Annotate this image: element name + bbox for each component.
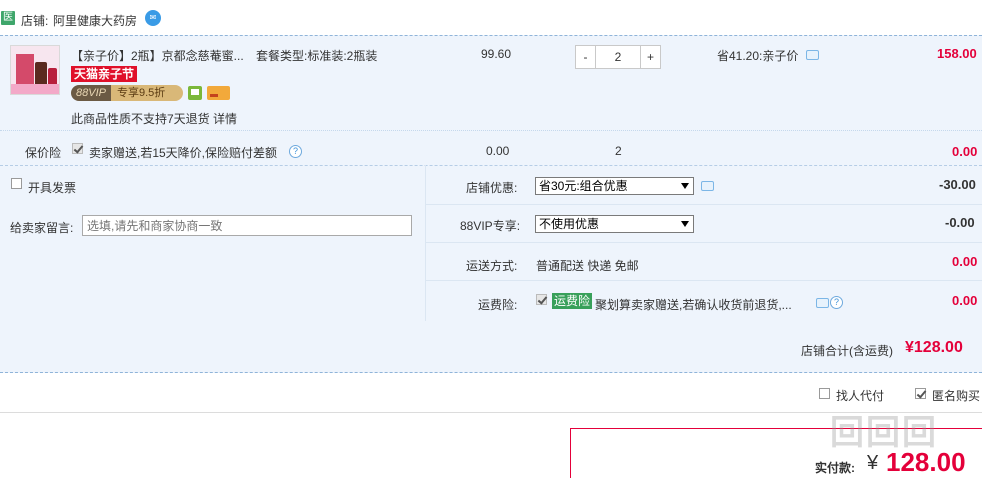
shop-discount-amount: -30.00 — [939, 177, 976, 192]
saving-info: 省41.20:亲子价 — [717, 47, 798, 64]
seller-message-input[interactable] — [82, 215, 412, 236]
shop-discount-select[interactable]: 省30元:组合优惠 — [535, 177, 694, 195]
medicine-badge-icon: 医 — [1, 11, 15, 25]
shop-discount-label: 店铺优惠: — [466, 181, 518, 195]
message-label: 给卖家留言: — [10, 221, 74, 235]
insurance-total: 0.00 — [952, 144, 978, 159]
pay-total: 128.00 — [886, 447, 966, 477]
saving-text: 省41.20:亲子价 — [717, 49, 799, 63]
invoice-label[interactable]: 开具发票 — [28, 179, 76, 196]
invoice-checkbox[interactable] — [11, 178, 22, 189]
shipping-value: 普通配送 快递 免邮 — [536, 259, 639, 273]
chat-seller-icon[interactable]: ✉ — [145, 10, 161, 26]
product-sku: 套餐类型:标准装:2瓶装 — [256, 49, 378, 63]
shop-subtotal-value: ¥128.00 — [905, 339, 963, 356]
insurance-text: 卖家赠送,若15天降价,保险赔付差额 — [89, 146, 278, 160]
comment-icon[interactable] — [816, 298, 829, 308]
quantity-stepper: - 2 + — [575, 45, 661, 69]
freight-insurance-label: 运费险: — [478, 298, 518, 312]
insurance-label: 保价险 — [25, 146, 62, 160]
shop-name-link[interactable]: 阿里健康大药房 — [53, 12, 137, 29]
item-total: 158.00 — [937, 46, 977, 61]
no-return-notice[interactable]: 此商品性质不支持7天退货 详情 — [71, 110, 237, 127]
comment-icon[interactable] — [806, 50, 819, 60]
qty-input[interactable]: 2 — [596, 45, 640, 69]
insurance-qty: 2 — [615, 144, 622, 158]
qty-decrease-button[interactable]: - — [575, 45, 596, 69]
unit-price: 99.60 — [481, 47, 512, 61]
vip-discount-badge: 88VIP 专享9.5折 — [71, 85, 183, 101]
vip-badge-right: 专享9.5折 — [110, 85, 183, 101]
shop-subtotal-label: 店铺合计(含运费) — [801, 344, 893, 358]
vip-discount-label: 88VIP专享: — [460, 219, 521, 233]
freight-insurance-amount: 0.00 — [952, 293, 978, 308]
shipping-amount: 0.00 — [952, 254, 978, 269]
friend-pay-checkbox[interactable] — [819, 388, 830, 399]
freight-insurance-checkbox — [536, 294, 547, 305]
help-icon[interactable]: ? — [289, 145, 302, 158]
shop-discount-value: 省30元:组合优惠 — [539, 179, 628, 193]
product-thumbnail[interactable] — [10, 45, 60, 95]
vip-discount-amount: -0.00 — [945, 215, 975, 230]
vip-badge-left: 88VIP — [71, 85, 111, 101]
pay-currency: ¥ — [867, 452, 879, 474]
promo-tag: 天猫亲子节 — [71, 66, 138, 82]
qty-increase-button[interactable]: + — [640, 45, 661, 69]
freight-insurance-text: 聚划算卖家赠送,若确认收货前退货,... — [595, 298, 792, 312]
shop-label: 店铺: — [21, 14, 49, 28]
anonymous-label[interactable]: 匿名购买 — [932, 387, 980, 404]
freight-insurance-tag: 运费险 — [552, 293, 593, 309]
dropdown-arrow-icon — [681, 183, 689, 189]
dropdown-arrow-icon — [681, 221, 689, 227]
insurance-checkbox — [72, 143, 83, 154]
card-payment-icon — [207, 86, 230, 100]
product-title-link[interactable]: 【亲子价】2瓶】京都念慈菴蜜... — [71, 47, 244, 64]
comment-icon[interactable] — [701, 181, 714, 191]
insurance-price: 0.00 — [486, 144, 510, 158]
friend-pay-label[interactable]: 找人代付 — [836, 387, 884, 404]
vip-discount-select[interactable]: 不使用优惠 — [535, 215, 694, 233]
pay-label: 实付款: — [815, 461, 855, 475]
vip-discount-value: 不使用优惠 — [539, 217, 600, 231]
shipping-label: 运送方式: — [466, 259, 518, 273]
service-icon — [188, 86, 202, 100]
anonymous-checkbox[interactable] — [915, 388, 926, 399]
help-icon[interactable]: ? — [830, 296, 843, 309]
